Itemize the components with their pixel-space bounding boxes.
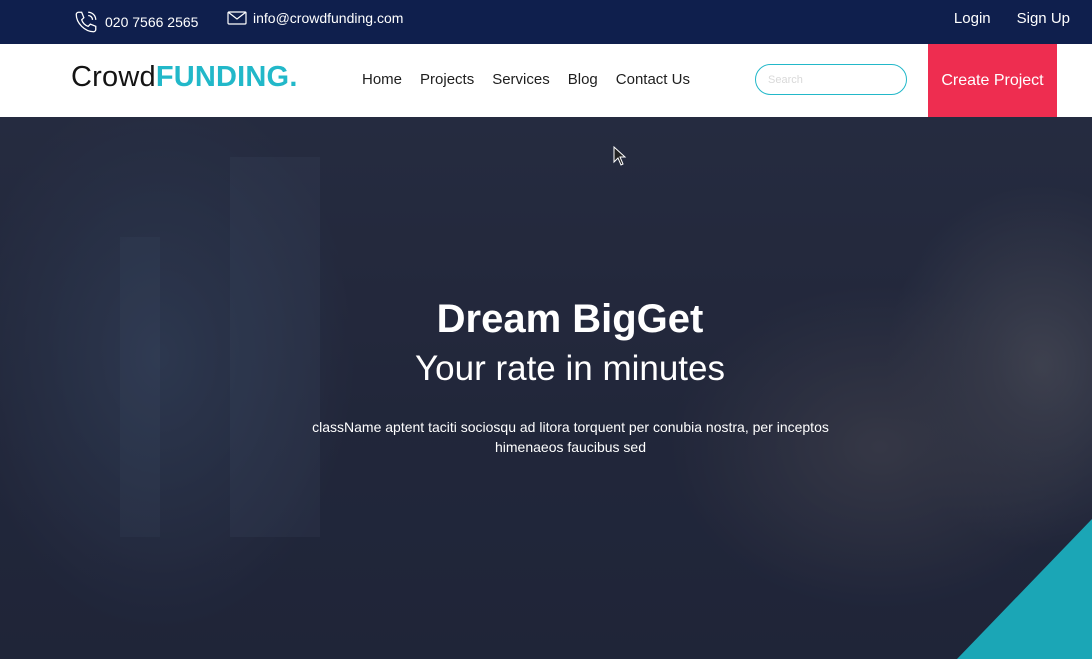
- main-nav: Home Projects Services Blog Contact Us: [362, 44, 690, 114]
- hero-title: Dream BigGet: [436, 297, 704, 341]
- hero-subtitle: Your rate in minutes: [415, 349, 725, 388]
- phone-icon: [75, 11, 97, 33]
- nav-services[interactable]: Services: [492, 71, 550, 88]
- login-link[interactable]: Login: [954, 10, 991, 27]
- hero-corner-accent: [957, 519, 1092, 659]
- main-navbar: CrowdFUNDING. Home Projects Services Blo…: [0, 44, 1092, 117]
- mouse-cursor-icon: [613, 146, 627, 166]
- nav-blog[interactable]: Blog: [568, 71, 598, 88]
- phone-contact: 020 7566 2565: [73, 0, 198, 44]
- logo-text-funding: FUNDING.: [155, 61, 298, 93]
- search-input[interactable]: [755, 64, 907, 95]
- envelope-icon: [227, 11, 247, 25]
- nav-home[interactable]: Home: [362, 71, 402, 88]
- auth-links: Login Sign Up: [954, 0, 1070, 36]
- site-logo[interactable]: CrowdFUNDING.: [71, 61, 298, 94]
- create-project-button[interactable]: Create Project: [928, 44, 1057, 117]
- email-address: info@crowdfunding.com: [253, 10, 404, 26]
- phone-number: 020 7566 2565: [105, 14, 199, 30]
- nav-contact-us[interactable]: Contact Us: [616, 71, 690, 88]
- email-contact: info@crowdfunding.com: [227, 0, 403, 40]
- signup-link[interactable]: Sign Up: [1017, 10, 1070, 27]
- logo-text-crowd: Crowd: [71, 61, 156, 93]
- hero-description: className aptent taciti sociosqu ad lito…: [312, 419, 829, 455]
- hero-banner: Dream BigGet Your rate in minutes classN…: [0, 117, 1092, 659]
- nav-projects[interactable]: Projects: [420, 71, 474, 88]
- top-bar: 020 7566 2565 info@crowdfunding.com Logi…: [0, 0, 1092, 44]
